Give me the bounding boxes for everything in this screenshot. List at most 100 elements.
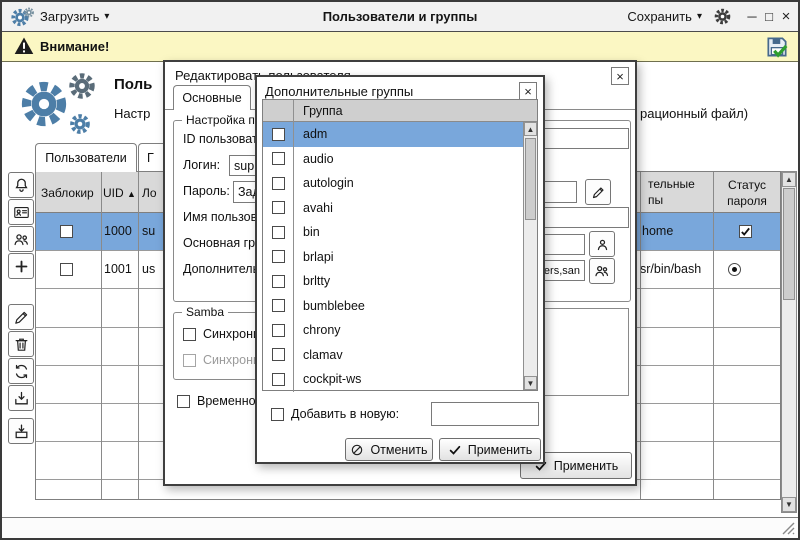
scroll-up-icon[interactable]: ▲	[782, 172, 796, 187]
col-uid-label: UID	[103, 186, 124, 200]
group-checkbox[interactable]	[272, 177, 285, 190]
group-name: brlapi	[303, 250, 334, 264]
person-icon	[595, 237, 610, 252]
tab-groups-label: Г	[147, 151, 154, 165]
cell-login-fragment: su	[142, 224, 155, 238]
blocked-checkbox[interactable]	[60, 225, 73, 238]
scroll-up-icon[interactable]: ▲	[524, 122, 537, 136]
settings-gear-icon[interactable]	[713, 7, 732, 26]
group-name: cockpit-ws	[303, 372, 361, 386]
group-row[interactable]: bumblebee	[263, 294, 523, 319]
close-button[interactable]: ×	[519, 82, 537, 100]
column-separator	[293, 100, 294, 392]
col-blocked[interactable]: Заблокир	[41, 186, 94, 200]
cell-login-fragment: us	[142, 262, 155, 276]
add-user-button[interactable]	[8, 253, 34, 279]
user-name-label-fragment: Имя пользова	[183, 210, 264, 224]
edit-user-button[interactable]	[8, 304, 34, 330]
scroll-thumb[interactable]	[783, 188, 795, 300]
group-checkbox[interactable]	[272, 226, 285, 239]
resize-grip[interactable]	[782, 522, 795, 535]
group-row[interactable]: avahi	[263, 196, 523, 221]
group-row[interactable]: clamav	[263, 343, 523, 368]
apply-button-label: Применить	[554, 459, 619, 473]
scroll-down-icon[interactable]: ▼	[782, 497, 796, 512]
users-icon	[13, 231, 30, 248]
save-menu-button[interactable]: Сохранить ▾	[627, 2, 702, 31]
choose-extra-groups-button[interactable]	[589, 258, 615, 284]
saved-floppy-icon[interactable]	[764, 34, 790, 60]
group-row[interactable]: autologin	[263, 171, 523, 196]
pencil-icon	[13, 309, 30, 326]
group-checkbox[interactable]	[272, 299, 285, 312]
group-row[interactable]: adm	[263, 122, 523, 147]
password-label: Пароль:	[183, 184, 230, 198]
group-row[interactable]: brlapi	[263, 245, 523, 270]
group-checkbox[interactable]	[272, 128, 285, 141]
page-title-fragment: Поль	[114, 76, 152, 93]
group-checkbox[interactable]	[272, 348, 285, 361]
col-extra-groups-fragment-line2[interactable]: пы	[648, 193, 663, 207]
password-status-checkbox[interactable]	[739, 225, 752, 238]
col-extra-groups-fragment-line1[interactable]: тельные	[648, 177, 695, 191]
group-checkbox[interactable]	[272, 201, 285, 214]
group-name: clamav	[303, 348, 343, 362]
pencil-icon	[591, 185, 606, 200]
status-bar	[2, 517, 798, 538]
cell-path-fragment: sr/bin/bash	[640, 262, 701, 276]
login-label: Логин:	[183, 158, 220, 172]
save-menu-label: Сохранить	[627, 9, 692, 24]
blocked-checkbox[interactable]	[60, 263, 73, 276]
col-uid[interactable]: UID ▲	[103, 186, 136, 200]
group-row[interactable]: bin	[263, 220, 523, 245]
delete-user-button[interactable]	[8, 331, 34, 357]
refresh-icon	[13, 363, 30, 380]
password-status-radio[interactable]	[728, 263, 741, 276]
group-row[interactable]: chrony	[263, 318, 523, 343]
groups-button[interactable]	[8, 226, 34, 252]
app-logo-gears	[12, 66, 104, 142]
import-button[interactable]	[8, 385, 34, 411]
close-button[interactable]: ×	[611, 67, 629, 85]
group-row[interactable]: audio	[263, 147, 523, 172]
tab-users[interactable]: Пользователи	[35, 143, 137, 172]
page-subtitle-tail-fragment: рационный файл)	[640, 106, 748, 121]
scroll-thumb[interactable]	[525, 138, 536, 220]
col-login-fragment[interactable]: Ло	[142, 186, 157, 200]
warning-bar: Внимание!	[2, 32, 798, 62]
load-menu-button[interactable]: Загрузить ▾	[40, 2, 109, 31]
apply-button[interactable]: Применить	[439, 438, 541, 461]
temporary-checkbox[interactable]	[177, 395, 190, 408]
group-row[interactable]: brltty	[263, 269, 523, 294]
samba-sync2-checkbox[interactable]	[183, 354, 196, 367]
samba-sync-checkbox[interactable]	[183, 328, 196, 341]
sort-asc-icon: ▲	[127, 189, 136, 199]
refresh-button[interactable]	[8, 358, 34, 384]
close-window-button[interactable]: ×	[778, 7, 794, 25]
choose-primary-group-button[interactable]	[589, 231, 615, 257]
group-checkbox[interactable]	[272, 275, 285, 288]
cancel-button[interactable]: Отменить	[345, 438, 433, 461]
groups-scrollbar[interactable]: ▲ ▼	[523, 122, 537, 390]
group-checkbox[interactable]	[272, 250, 285, 263]
extra-groups-label-fragment: Дополнительн	[183, 262, 266, 276]
group-checkbox[interactable]	[272, 324, 285, 337]
user-card-button[interactable]	[8, 199, 34, 225]
group-checkbox[interactable]	[272, 152, 285, 165]
export-button[interactable]	[8, 418, 34, 444]
col-password-status[interactable]: Статус пароля	[715, 178, 779, 209]
tab-basic[interactable]: Основные	[173, 85, 251, 110]
group-row[interactable]: cockpit-ws	[263, 367, 523, 390]
scroll-down-icon[interactable]: ▼	[524, 376, 537, 390]
additional-groups-dialog: Дополнительные группы × Группа adm audio…	[255, 75, 545, 464]
edit-password-button[interactable]	[585, 179, 611, 205]
table-vertical-scrollbar[interactable]: ▲ ▼	[781, 171, 797, 513]
minimize-button[interactable]: ─	[744, 7, 760, 25]
add-to-new-checkbox[interactable]	[271, 408, 284, 421]
dialog-title: Дополнительные группы	[265, 84, 413, 99]
new-group-input[interactable]	[431, 402, 539, 426]
download-box-icon	[13, 423, 30, 440]
notifications-button[interactable]	[8, 172, 34, 198]
maximize-button[interactable]: □	[761, 7, 777, 25]
group-checkbox[interactable]	[272, 373, 285, 386]
